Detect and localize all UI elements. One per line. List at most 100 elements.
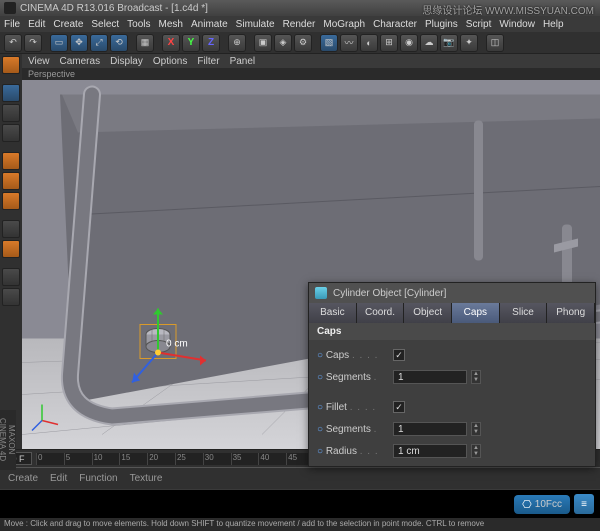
menu-tools[interactable]: Tools xyxy=(127,19,150,30)
footer-brand[interactable]: ⎔ 10Fcc xyxy=(514,495,570,514)
attr-tab-strip: Basic Coord. Object Caps Slice Phong xyxy=(309,303,595,323)
render-settings-button[interactable]: ⚙ xyxy=(294,34,312,52)
z-axis-toggle[interactable]: Z xyxy=(202,34,220,52)
polys-mode-button[interactable] xyxy=(2,192,20,210)
menu-window[interactable]: Window xyxy=(499,19,535,30)
workplane-button[interactable] xyxy=(2,240,20,258)
gizmo-readout: 0 cm xyxy=(166,339,188,350)
attr-row-segments2: ○ Segments . 1 ▲▼ xyxy=(317,418,587,440)
y-axis-toggle[interactable]: Y xyxy=(182,34,200,52)
attr-row-fillet: ○ Fillet . . . . ✓ xyxy=(317,396,587,418)
menu-select[interactable]: Select xyxy=(91,19,119,30)
edges-mode-button[interactable] xyxy=(2,172,20,190)
object-mode-button[interactable] xyxy=(2,104,20,122)
render-view-button[interactable]: ▣ xyxy=(254,34,272,52)
add-cube-button[interactable]: ▧ xyxy=(320,34,338,52)
menu-plugins[interactable]: Plugins xyxy=(425,19,458,30)
viewport-menu: View Cameras Display Options Filter Pane… xyxy=(22,54,600,68)
attribute-manager-panel[interactable]: Cylinder Object [Cylinder] Basic Coord. … xyxy=(308,282,596,467)
timeline-tick: 25 xyxy=(175,453,203,465)
undo-button[interactable]: ↶ xyxy=(4,34,22,52)
snap-button[interactable] xyxy=(2,268,20,286)
menu-edit[interactable]: Edit xyxy=(28,19,45,30)
menu-character[interactable]: Character xyxy=(373,19,417,30)
menu-simulate[interactable]: Simulate xyxy=(236,19,275,30)
attr-tab-basic[interactable]: Basic xyxy=(309,303,357,323)
vp-menu-view[interactable]: View xyxy=(28,56,50,67)
snap-settings-button[interactable] xyxy=(2,288,20,306)
attr-row-segments1: ○ Segments . 1 ▲▼ xyxy=(317,366,587,388)
cylinder-icon xyxy=(315,287,327,299)
live-select-button[interactable]: ▭ xyxy=(50,34,68,52)
vp-menu-options[interactable]: Options xyxy=(153,56,187,67)
attr-tab-phong[interactable]: Phong xyxy=(547,303,595,323)
mat-tab-create[interactable]: Create xyxy=(8,473,38,484)
x-axis-toggle[interactable]: X xyxy=(162,34,180,52)
menu-mograph[interactable]: MoGraph xyxy=(323,19,365,30)
add-mograph-button[interactable]: ◫ xyxy=(486,34,504,52)
fillet-checkbox[interactable]: ✓ xyxy=(393,401,405,413)
attr-tab-slice[interactable]: Slice xyxy=(500,303,548,323)
segments2-field[interactable]: 1 xyxy=(393,422,467,436)
add-camera-button[interactable]: 📷 xyxy=(440,34,458,52)
attr-section-header: Caps xyxy=(309,323,595,340)
attr-tab-coord[interactable]: Coord. xyxy=(357,303,405,323)
menu-mesh[interactable]: Mesh xyxy=(159,19,183,30)
attr-row-caps: ○ Caps . . . . ✓ xyxy=(317,344,587,366)
add-light-button[interactable]: ✦ xyxy=(460,34,478,52)
timeline-tick: 10 xyxy=(92,453,120,465)
mat-tab-texture[interactable]: Texture xyxy=(130,473,163,484)
vp-menu-filter[interactable]: Filter xyxy=(197,56,219,67)
caps-checkbox[interactable]: ✓ xyxy=(393,349,405,361)
status-bar: Move : Click and drag to move elements. … xyxy=(0,517,600,531)
mode-toolbar xyxy=(0,54,22,449)
texture-mode-button[interactable] xyxy=(2,220,20,238)
attr-object-title: Cylinder Object [Cylinder] xyxy=(333,288,446,299)
footer-menu-icon[interactable]: ≡ xyxy=(574,494,594,514)
segments1-field[interactable]: 1 xyxy=(393,370,467,384)
axis-mode-button[interactable] xyxy=(2,124,20,142)
menu-help[interactable]: Help xyxy=(543,19,564,30)
add-deformer-button[interactable]: ◉ xyxy=(400,34,418,52)
make-editable-button[interactable] xyxy=(2,56,20,74)
radius-field[interactable]: 1 cm xyxy=(393,444,467,458)
timeline-tick: 5 xyxy=(64,453,92,465)
segments1-spinner[interactable]: ▲▼ xyxy=(471,370,481,384)
vp-menu-cameras[interactable]: Cameras xyxy=(60,56,101,67)
model-mode-button[interactable] xyxy=(2,84,20,102)
points-mode-button[interactable] xyxy=(2,152,20,170)
mat-tab-edit[interactable]: Edit xyxy=(50,473,67,484)
attr-tab-caps[interactable]: Caps xyxy=(452,303,500,323)
timeline-tick: 35 xyxy=(231,453,259,465)
fillet-label: Fillet xyxy=(326,402,347,413)
recent-tool-button[interactable]: ▦ xyxy=(136,34,154,52)
menu-animate[interactable]: Animate xyxy=(191,19,228,30)
menu-file[interactable]: File xyxy=(4,19,20,30)
vp-menu-display[interactable]: Display xyxy=(110,56,143,67)
add-nurbs-button[interactable]: ◐ xyxy=(360,34,378,52)
material-manager-tabs: Create Edit Function Texture xyxy=(0,467,600,489)
rotate-tool-button[interactable]: ⟲ xyxy=(110,34,128,52)
add-environment-button[interactable]: ☁ xyxy=(420,34,438,52)
segments2-spinner[interactable]: ▲▼ xyxy=(471,422,481,436)
add-spline-button[interactable]: 〰 xyxy=(340,34,358,52)
attr-tab-object[interactable]: Object xyxy=(404,303,452,323)
menu-create[interactable]: Create xyxy=(53,19,83,30)
timeline-tick: 15 xyxy=(119,453,147,465)
vp-menu-panel[interactable]: Panel xyxy=(230,56,256,67)
timeline-tick: 40 xyxy=(258,453,286,465)
redo-button[interactable]: ↷ xyxy=(24,34,42,52)
main-menu-bar: File Edit Create Select Tools Mesh Anima… xyxy=(0,16,600,32)
menu-render[interactable]: Render xyxy=(283,19,316,30)
window-title: CINEMA 4D R13.016 Broadcast - [1.c4d *] xyxy=(20,3,208,14)
mat-tab-function[interactable]: Function xyxy=(79,473,117,484)
radius-label: Radius xyxy=(326,446,357,457)
render-pv-button[interactable]: ◈ xyxy=(274,34,292,52)
scale-tool-button[interactable]: ⤢ xyxy=(90,34,108,52)
coord-system-button[interactable]: ⊕ xyxy=(228,34,246,52)
menu-script[interactable]: Script xyxy=(466,19,492,30)
radius-spinner[interactable]: ▲▼ xyxy=(471,444,481,458)
attr-title-bar[interactable]: Cylinder Object [Cylinder] xyxy=(309,283,595,303)
move-tool-button[interactable]: ✥ xyxy=(70,34,88,52)
add-array-button[interactable]: ⊞ xyxy=(380,34,398,52)
